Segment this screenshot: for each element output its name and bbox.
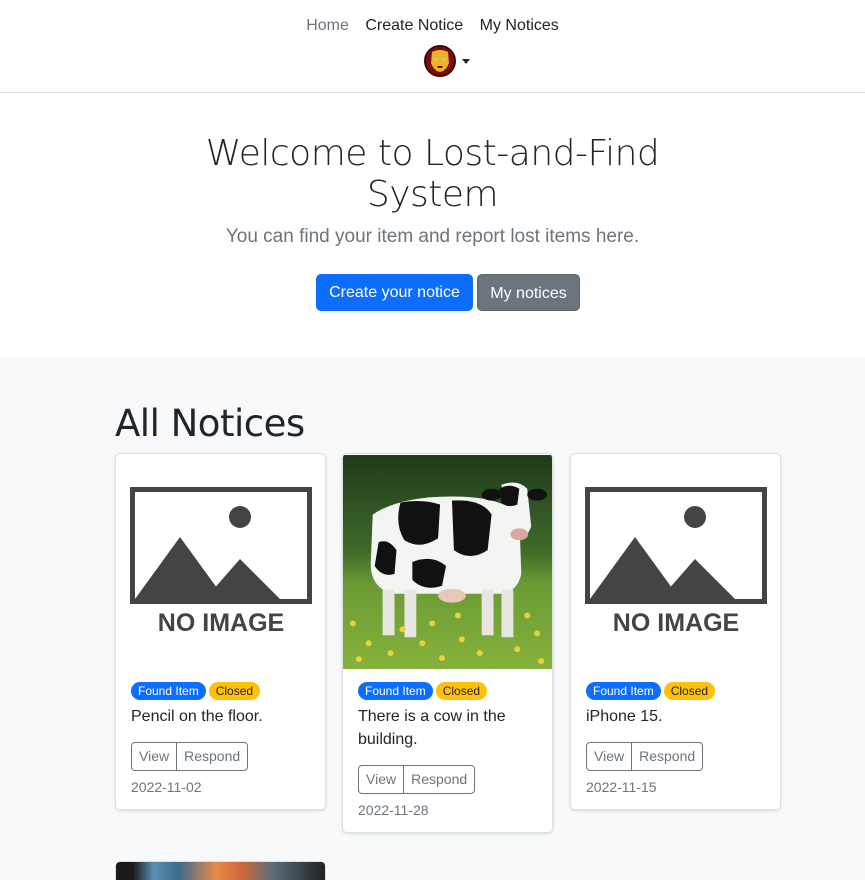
respond-button[interactable]: Respond	[403, 766, 474, 793]
notice-date: 2022-11-02	[131, 779, 202, 795]
card-actions: View Respond	[358, 765, 476, 794]
closed-badge: Closed	[435, 682, 488, 700]
respond-button[interactable]: Respond	[631, 743, 702, 770]
notice-date: 2022-11-28	[358, 802, 429, 818]
nav-link-create-notice[interactable]: Create Notice	[365, 17, 463, 35]
notice-card: NO IMAGE Found Item Closed Pencil on the…	[115, 453, 326, 810]
notice-card: Found Item Closed There is a cow in the …	[342, 453, 553, 833]
user-menu-dropdown[interactable]	[424, 45, 470, 77]
notice-date: 2022-11-15	[586, 779, 657, 795]
card-actions: View Respond	[586, 742, 704, 771]
notice-card: NO IMAGE Found Item Closed iPhone 15. Vi…	[570, 453, 781, 810]
respond-button[interactable]: Respond	[176, 743, 247, 770]
view-button[interactable]: View	[359, 766, 403, 793]
chevron-down-icon[interactable]	[462, 58, 470, 64]
no-image-icon: NO IMAGE	[584, 487, 767, 637]
notice-text: iPhone 15.	[586, 708, 663, 725]
found-item-badge: Found Item	[586, 682, 661, 700]
no-image-label: NO IMAGE	[157, 609, 283, 637]
hero-title: Welcome to Lost-and-Find System	[205, 133, 660, 215]
notice-text: There is a cow in the building.	[358, 708, 506, 748]
card-actions: View Respond	[131, 742, 249, 771]
nav-link-my-notices[interactable]: My Notices	[480, 17, 559, 35]
cow-photo	[343, 455, 552, 669]
notices-section: All Notices NO IMAGE Found Item Closed P…	[0, 357, 865, 880]
found-item-badge: Found Item	[358, 682, 433, 700]
notice-image	[343, 454, 552, 670]
notice-text: Pencil on the floor.	[131, 708, 263, 725]
notice-card-partial	[115, 861, 326, 880]
navbar: Home Create Notice My Notices	[0, 0, 865, 93]
hero-buttons: Create your notice My notices	[316, 274, 580, 311]
view-button[interactable]: View	[587, 743, 631, 770]
no-image-icon: NO IMAGE	[129, 487, 312, 637]
found-item-badge: Found Item	[131, 682, 206, 700]
nav-links: Home Create Notice My Notices	[0, 17, 865, 35]
notice-image	[116, 862, 325, 880]
create-notice-button[interactable]: Create your notice	[316, 274, 473, 311]
closed-badge: Closed	[663, 682, 716, 700]
view-button[interactable]: View	[132, 743, 176, 770]
nav-link-home[interactable]: Home	[306, 17, 349, 35]
closed-badge: Closed	[208, 682, 261, 700]
no-image-placeholder: NO IMAGE	[571, 454, 780, 670]
no-image-label: NO IMAGE	[612, 609, 738, 637]
no-image-placeholder: NO IMAGE	[116, 454, 325, 670]
iron-man-avatar-icon[interactable]	[424, 45, 456, 77]
hero-lead: You can find your item and report lost i…	[225, 226, 640, 247]
hero-section: Welcome to Lost-and-Find System You can …	[0, 93, 865, 357]
my-notices-button[interactable]: My notices	[477, 274, 580, 311]
section-title: All Notices	[115, 402, 305, 445]
